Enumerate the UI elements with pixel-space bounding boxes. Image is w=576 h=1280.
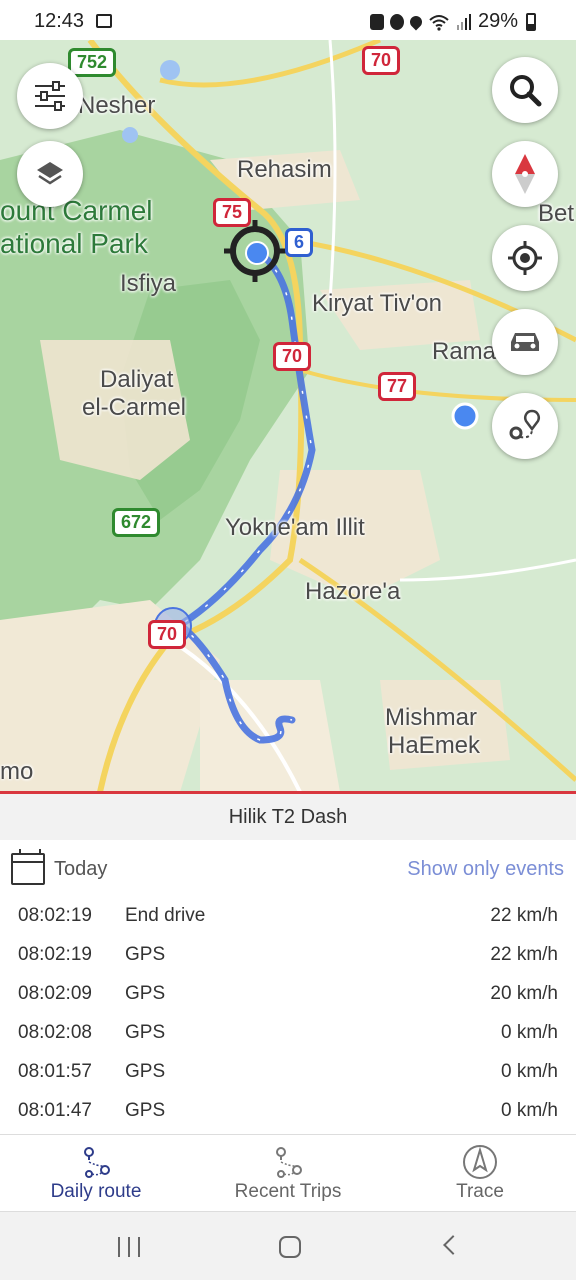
locate-button[interactable]: [492, 225, 558, 291]
event-time: 08:02:09: [18, 983, 92, 1004]
status-icons: 29%: [369, 10, 536, 33]
list-item[interactable]: 08:01:47 GPS 0 km/h: [0, 1091, 576, 1130]
road-shield: 752: [68, 48, 117, 77]
status-time: 12:43: [34, 10, 85, 32]
map-label: Mishmar: [385, 704, 478, 731]
list-item[interactable]: 08:01:57 GPS 0 km/h: [0, 1052, 576, 1091]
event-speed: 0 km/h: [500, 1022, 558, 1043]
map-label: Bet: [538, 200, 575, 227]
event-speed: 20 km/h: [490, 983, 558, 1004]
event-time: 08:02:08: [18, 1022, 92, 1043]
road-shield: 70: [148, 620, 187, 649]
layers-button[interactable]: [17, 141, 83, 207]
battery-percent: 29%: [477, 10, 518, 32]
back-icon[interactable]: [443, 1235, 463, 1255]
wifi-icon: [429, 14, 449, 31]
map-label: Nesher: [78, 92, 156, 119]
recents-icon[interactable]: [118, 1237, 140, 1257]
list-item[interactable]: 08:02:19 GPS 22 km/h: [0, 935, 576, 974]
map-label: ount Carmel: [0, 195, 153, 226]
home-icon[interactable]: [279, 1236, 301, 1258]
calendar-icon[interactable]: [11, 849, 45, 885]
event-type: End drive: [125, 905, 206, 926]
event-time: 08:01:47: [18, 1100, 92, 1121]
event-time: 08:01:57: [18, 1061, 92, 1082]
bottom-tab-bar: Daily route Recent Trips Trace: [0, 1134, 576, 1212]
tab-daily-route[interactable]: Daily route: [0, 1135, 192, 1211]
map-label: Daliyat: [100, 366, 174, 393]
list-item[interactable]: 08:02:08 GPS 0 km/h: [0, 1013, 576, 1052]
search-icon: [510, 75, 542, 107]
road-shield: 70: [362, 46, 401, 75]
vehicle-button[interactable]: [492, 309, 558, 375]
battery-icon: [526, 12, 536, 31]
date-row: Today Show only events: [0, 846, 576, 890]
car-icon: [511, 333, 539, 351]
route-icon: [81, 1145, 111, 1179]
alarm-icon: [389, 13, 404, 30]
event-speed: 22 km/h: [490, 905, 558, 926]
signal-icon: [456, 13, 471, 30]
location-icon: [407, 13, 425, 30]
sliders-icon: [35, 81, 65, 111]
filter-button[interactable]: [17, 63, 83, 129]
map-label: Rama: [432, 338, 497, 365]
event-type: GPS: [125, 983, 166, 1004]
status-bar: 12:43 29%: [0, 0, 576, 40]
system-navigation-bar: [0, 1212, 576, 1280]
road-shield: 6: [285, 228, 314, 257]
list-item[interactable]: 08:02:09 GPS 20 km/h: [0, 974, 576, 1013]
show-only-events-link[interactable]: Show only events: [407, 858, 564, 881]
list-item[interactable]: 08:02:19 End drive 22 km/h: [0, 896, 576, 935]
search-button[interactable]: [492, 57, 558, 123]
map-view[interactable]: Nesher Rehasim ount Carmel ational Park …: [0, 40, 576, 792]
tab-recent-trips[interactable]: Recent Trips: [192, 1135, 384, 1211]
map-label: el-Carmel: [82, 394, 187, 421]
map-label: ational Park: [0, 228, 148, 259]
map-label: Isfiya: [120, 270, 177, 297]
route-button[interactable]: [492, 393, 558, 459]
trace-compass-icon: [462, 1145, 498, 1179]
layers-icon: [37, 162, 63, 185]
map-label: Rehasim: [237, 156, 332, 183]
event-type: GPS: [125, 1022, 166, 1043]
event-time: 08:02:19: [18, 905, 92, 926]
event-time: 08:02:19: [18, 944, 92, 965]
event-speed: 0 km/h: [500, 1061, 558, 1082]
map-label: mo: [0, 758, 34, 785]
road-shield: 672: [112, 508, 161, 537]
map-label: Kiryat Tiv'on: [312, 290, 442, 317]
event-speed: 0 km/h: [500, 1100, 558, 1121]
crosshair-icon: [508, 241, 542, 275]
route-pin-icon: [509, 409, 540, 440]
tab-label: Trace: [456, 1181, 504, 1202]
tab-label: Daily route: [50, 1181, 142, 1202]
map-label: HaEmek: [388, 732, 481, 759]
compass-icon: [515, 154, 535, 194]
date-label[interactable]: Today: [54, 858, 107, 881]
road-shield: 77: [378, 372, 417, 401]
map-label: Yokne'am Illit: [225, 514, 365, 541]
road-shield: 70: [273, 342, 312, 371]
tab-label: Recent Trips: [234, 1181, 342, 1202]
gallery-notification-icon: [96, 14, 112, 28]
notification-icon: [369, 13, 384, 30]
map-label: Hazore'a: [305, 578, 401, 605]
event-speed: 22 km/h: [490, 944, 558, 965]
device-name: Hilik T2 Dash: [0, 794, 576, 840]
road-shield: 75: [213, 198, 252, 227]
tab-trace[interactable]: Trace: [384, 1135, 576, 1211]
compass-button[interactable]: [492, 141, 558, 207]
trips-icon: [273, 1145, 303, 1179]
events-list[interactable]: 08:02:19 End drive 22 km/h 08:02:19 GPS …: [0, 896, 576, 1130]
event-type: GPS: [125, 1100, 166, 1121]
event-type: GPS: [125, 1061, 166, 1082]
current-position-marker[interactable]: [224, 220, 286, 282]
event-type: GPS: [125, 944, 166, 965]
